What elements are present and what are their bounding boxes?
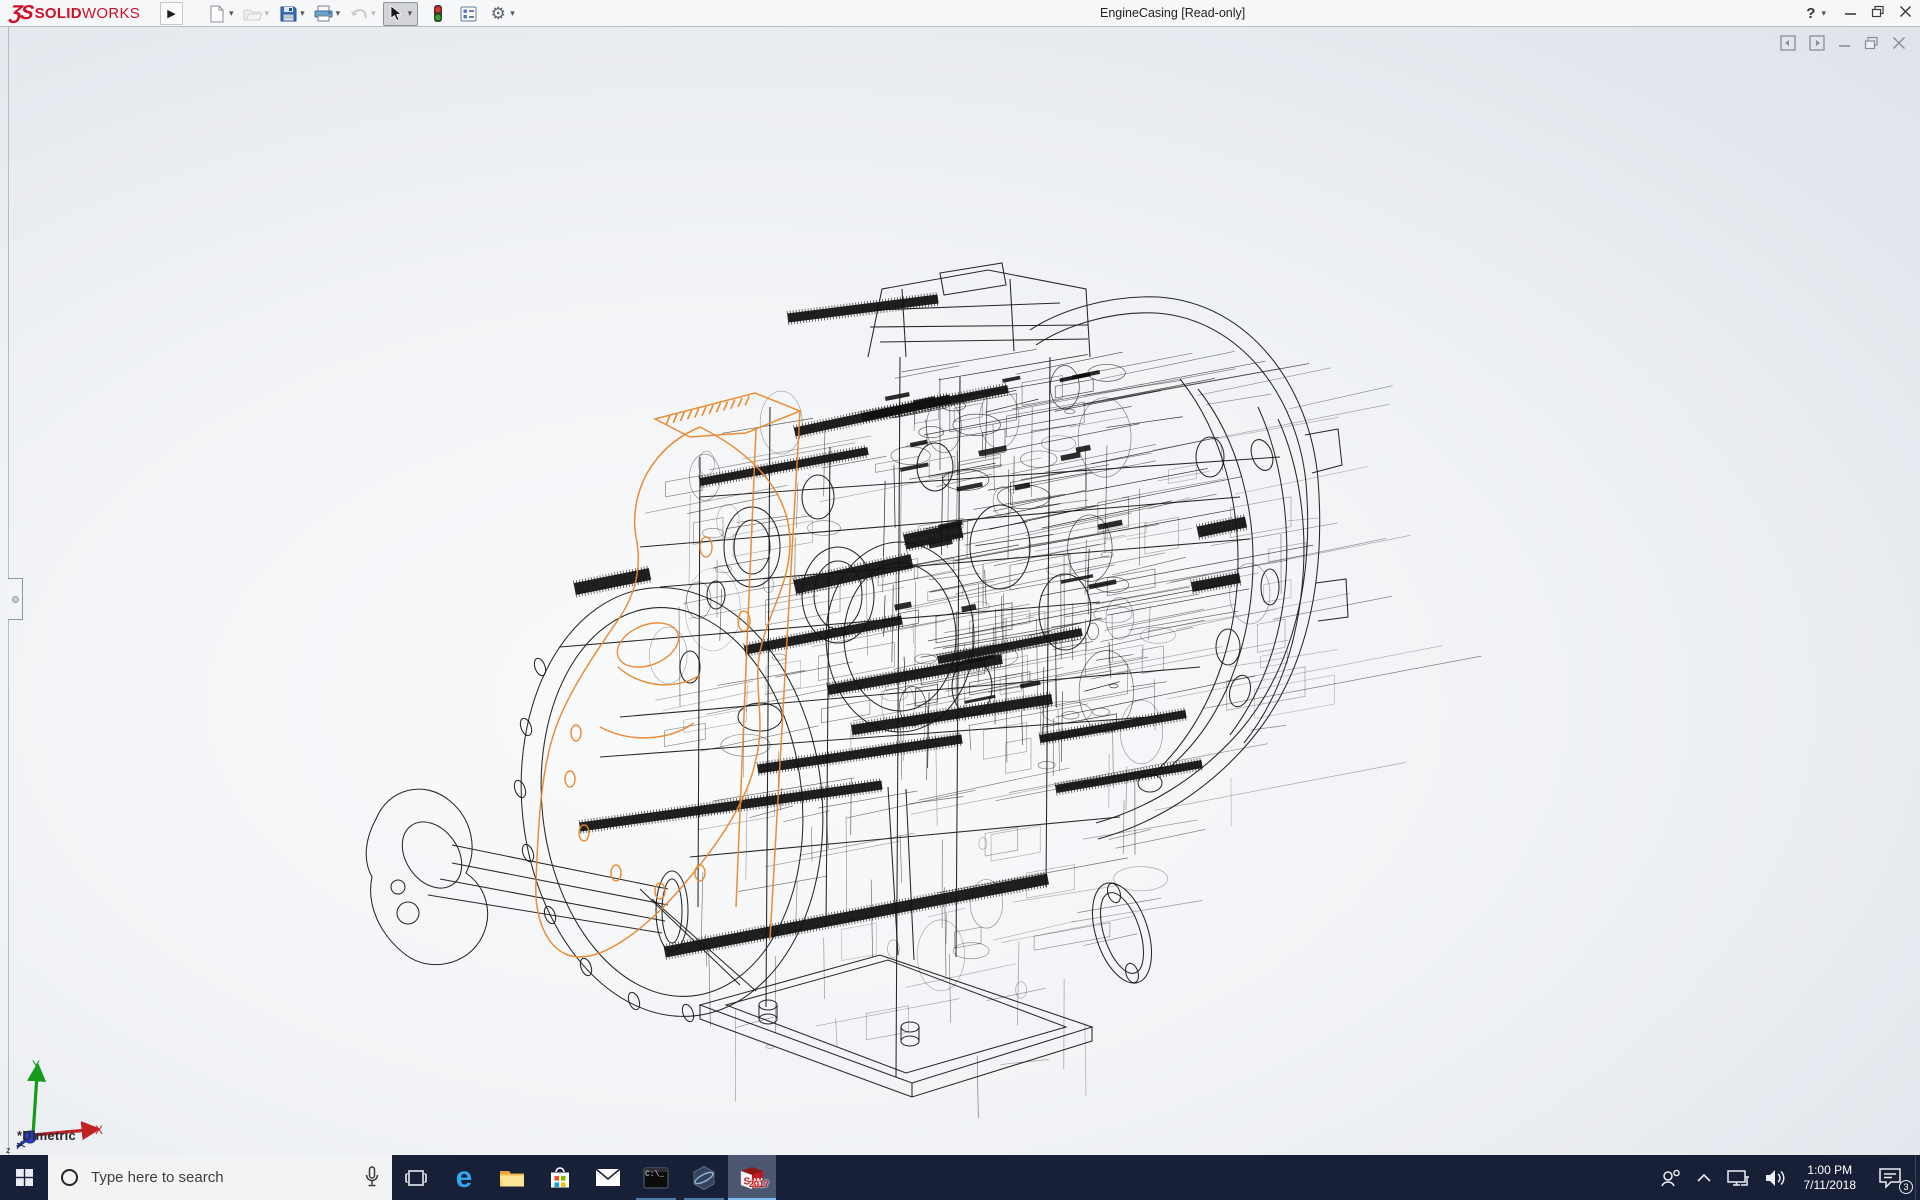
titlebar: ƷS SOLID WORKS ▶ ▾ ▾ ▾ ▾	[0, 0, 1920, 27]
new-document-button[interactable]: ▾	[205, 2, 239, 26]
hexagon-app-icon	[691, 1165, 717, 1191]
feature-manager-collapsed-tab[interactable]	[8, 578, 23, 620]
network-icon	[1726, 1168, 1750, 1188]
window-title: EngineCasing [Read-only]	[1100, 0, 1245, 27]
options-gear-icon: ⚙	[487, 4, 509, 24]
open-button: ▾	[241, 2, 275, 26]
taskbar-mail-button[interactable]	[584, 1155, 632, 1200]
close-button[interactable]	[1899, 5, 1912, 23]
solidworks-logo-glyph: ƷS	[8, 2, 33, 25]
open-dropdown: ▾	[265, 8, 270, 19]
new-document-icon	[206, 4, 228, 24]
quick-access-toolbar: ▾ ▾ ▾ ▾ ▾	[205, 0, 520, 27]
file-properties-icon	[457, 4, 479, 24]
view-orientation-label: *Dimetric	[17, 1128, 76, 1143]
windows-logo-icon	[16, 1169, 33, 1186]
document-minimize-button[interactable]	[1838, 36, 1851, 55]
menu-expand-icon: ▶	[167, 7, 175, 20]
taskbar-search-input[interactable]: Type here to search	[48, 1155, 392, 1200]
engine-casing-wireframe-model[interactable]	[0, 27, 1920, 1155]
restore-button[interactable]	[1871, 5, 1885, 23]
print-button[interactable]: ▾	[312, 2, 346, 26]
graphics-area[interactable]: Y X z *Dimetric	[0, 27, 1920, 1155]
solidworks-logo: ƷS SOLID WORKS	[10, 0, 140, 27]
taskbar-command-prompt-button[interactable]: C:\_	[632, 1155, 680, 1200]
solidworks-icon-year: 2017	[749, 1179, 769, 1189]
help-dropdown[interactable]: ▾	[1821, 8, 1826, 19]
taskbar-store-button[interactable]	[536, 1155, 584, 1200]
undo-dropdown: ▾	[371, 8, 376, 19]
network-button[interactable]	[1719, 1155, 1757, 1200]
taskbar-clock[interactable]: 1:00 PM 7/11/2018	[1795, 1155, 1866, 1200]
file-explorer-icon	[499, 1167, 525, 1188]
taskbar-solidworks-button[interactable]: S W 2017	[728, 1155, 776, 1200]
speaker-icon	[1764, 1168, 1788, 1188]
task-view-button[interactable]	[392, 1155, 440, 1200]
edge-icon: e	[456, 1163, 473, 1193]
triad-z-label: z	[6, 1145, 11, 1155]
select-cursor-icon	[385, 4, 407, 24]
save-dropdown[interactable]: ▾	[300, 8, 305, 19]
save-icon	[277, 4, 299, 24]
new-document-dropdown[interactable]: ▾	[229, 8, 234, 19]
clock-date: 7/11/2018	[1804, 1178, 1857, 1193]
task-view-icon	[404, 1168, 428, 1188]
search-placeholder: Type here to search	[91, 1169, 224, 1186]
options-button[interactable]: ⚙ ▾	[486, 2, 520, 26]
undo-icon	[348, 4, 370, 24]
store-icon	[548, 1166, 572, 1190]
microphone-icon[interactable]	[364, 1166, 380, 1193]
start-button[interactable]	[0, 1155, 48, 1200]
mail-icon	[595, 1168, 621, 1187]
taskbar-edge-button[interactable]: e	[440, 1155, 488, 1200]
save-button[interactable]: ▾	[276, 2, 310, 26]
select-dropdown[interactable]: ▾	[408, 8, 413, 19]
chevron-up-icon	[1696, 1173, 1712, 1183]
rebuild-button[interactable]	[426, 2, 450, 26]
notification-badge: 3	[1899, 1180, 1913, 1194]
people-button[interactable]	[1653, 1155, 1689, 1200]
cortana-icon	[61, 1169, 78, 1186]
options-dropdown[interactable]: ▾	[510, 8, 515, 19]
help-button[interactable]: ?	[1806, 5, 1815, 22]
print-dropdown[interactable]: ▾	[336, 8, 341, 19]
open-icon	[242, 4, 264, 24]
triad-y-label: Y	[32, 1058, 40, 1072]
file-properties-button[interactable]	[456, 2, 480, 26]
people-icon	[1660, 1168, 1682, 1188]
print-icon	[313, 4, 335, 24]
splitter-dot-icon	[12, 596, 19, 603]
document-restore-button[interactable]	[1864, 36, 1879, 55]
taskbar-hexagon-app-button[interactable]	[680, 1155, 728, 1200]
minimize-button[interactable]	[1844, 5, 1857, 23]
triad-x-label: X	[95, 1123, 103, 1137]
collapse-pane-right-button[interactable]	[1809, 35, 1825, 56]
show-desktop-button[interactable]	[1915, 1155, 1920, 1200]
hidden-icons-button[interactable]	[1689, 1155, 1719, 1200]
undo-button: ▾	[347, 2, 381, 26]
collapse-pane-left-button[interactable]	[1780, 35, 1796, 56]
solidworks-logo-works: WORKS	[82, 5, 140, 22]
clock-time: 1:00 PM	[1807, 1163, 1852, 1178]
select-button[interactable]: ▾	[383, 2, 419, 26]
windows-taskbar: Type here to search e	[0, 1155, 1920, 1200]
volume-button[interactable]	[1757, 1155, 1795, 1200]
solidworks-logo-solid: SOLID	[35, 5, 82, 22]
menu-expand-button[interactable]: ▶	[160, 2, 183, 25]
document-window-controls	[1780, 35, 1906, 56]
command-prompt-glyph: C:\_	[645, 1170, 664, 1179]
action-center-button[interactable]: 3	[1865, 1155, 1915, 1200]
triad-y-axis	[33, 1075, 37, 1135]
taskbar-file-explorer-button[interactable]	[488, 1155, 536, 1200]
document-close-button[interactable]	[1892, 36, 1906, 55]
rebuild-traffic-light-icon	[427, 4, 449, 24]
